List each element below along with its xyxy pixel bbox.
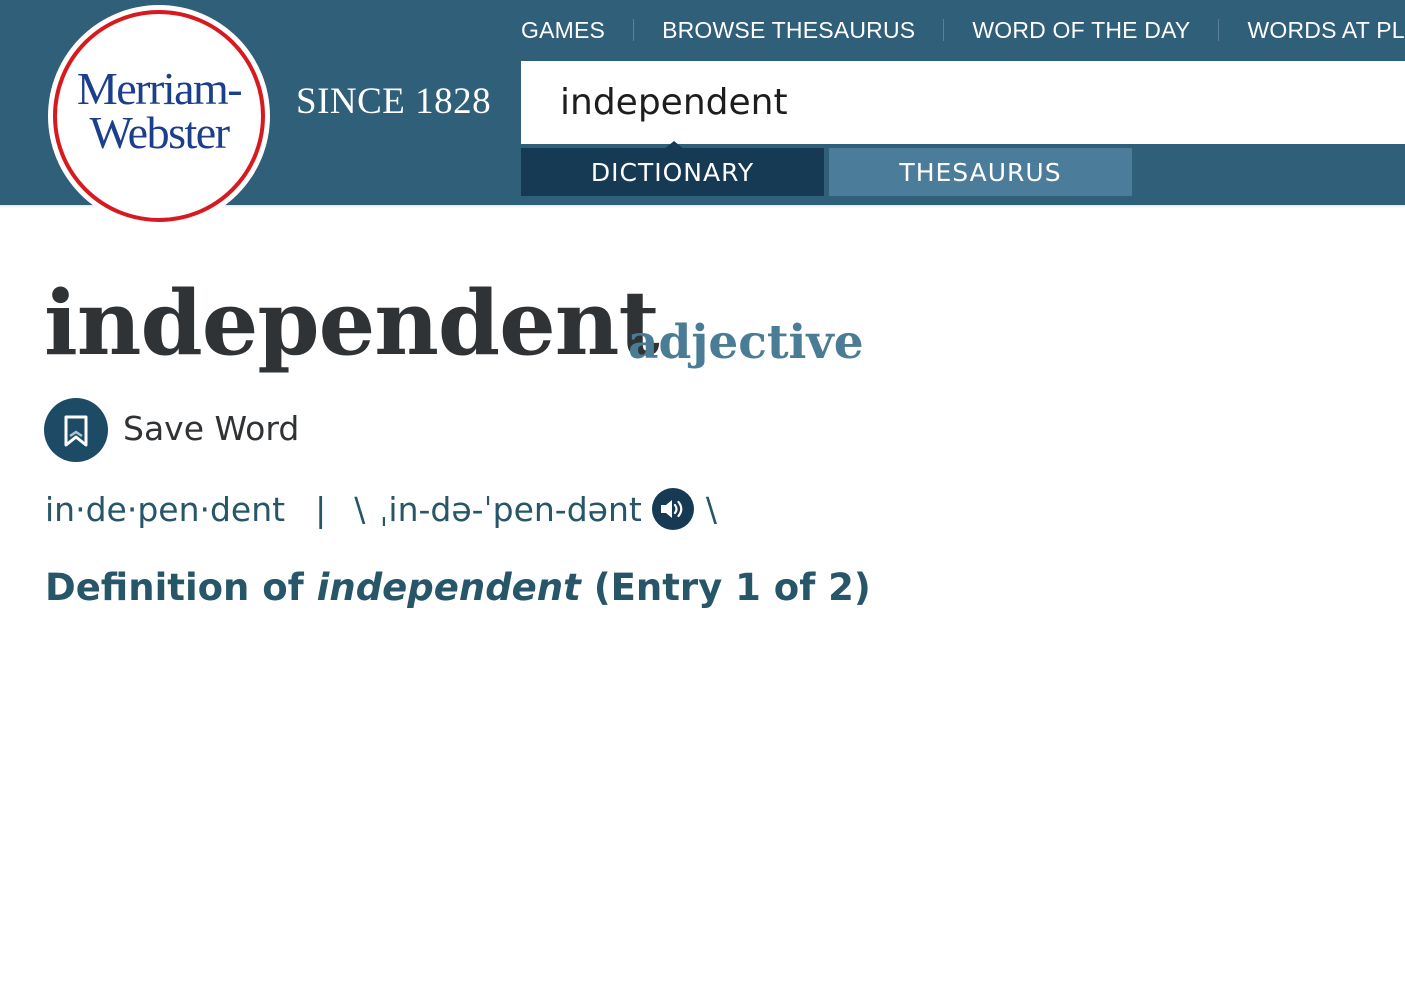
nav-word-of-the-day[interactable]: WORD OF THE DAY xyxy=(972,17,1190,44)
nav-divider xyxy=(1218,19,1220,41)
pronunciation-slash-open: \ xyxy=(354,489,366,529)
definition-prefix: Definition of xyxy=(45,566,317,609)
nav-divider xyxy=(943,19,945,41)
bookmark-icon xyxy=(64,415,88,447)
nav-games[interactable]: GAMES xyxy=(521,17,605,44)
pronunciation-slash-close: \ xyxy=(705,489,717,529)
nav-browse-thesaurus[interactable]: BROWSE THESAURUS xyxy=(662,17,915,44)
headword: independent xyxy=(44,270,660,375)
definition-word: independent xyxy=(316,566,581,609)
search-input[interactable] xyxy=(521,61,1405,144)
tab-dictionary[interactable]: DICTIONARY xyxy=(521,148,824,196)
speaker-icon xyxy=(660,500,683,518)
save-word-button[interactable] xyxy=(44,398,108,462)
logo-line-1: Merriam- xyxy=(76,63,243,114)
logo-line-2: Webster xyxy=(89,107,230,158)
since-tagline: SINCE 1828 xyxy=(296,81,492,122)
active-tab-caret-icon xyxy=(663,141,685,150)
play-audio-button[interactable] xyxy=(651,488,694,530)
definition-heading: Definition of independent (Entry 1 of 2) xyxy=(45,562,871,614)
pronunciation-text: ˌin-də-ˈpen-dənt xyxy=(379,489,642,529)
syllabification: in·de·pen·dent xyxy=(45,489,286,529)
part-of-speech[interactable]: adjective xyxy=(628,310,864,376)
nav-words-at-play[interactable]: WORDS AT PLAY xyxy=(1247,17,1405,44)
tab-thesaurus[interactable]: THESAURUS xyxy=(829,148,1132,196)
top-navigation: GAMES BROWSE THESAURUS WORD OF THE DAY W… xyxy=(521,12,1405,48)
logo-wordmark: Merriam- Webster xyxy=(48,63,270,158)
nav-divider xyxy=(633,19,635,41)
merriam-webster-logo[interactable]: Merriam- Webster xyxy=(48,5,270,227)
pronunciation-row: in·de·pen·dent | \ ˌin-də-ˈpen-dənt \ xyxy=(45,486,717,532)
pronunciation-separator: | xyxy=(315,489,327,529)
definition-entry-count: (Entry 1 of 2) xyxy=(580,566,871,609)
save-word-label[interactable]: Save Word xyxy=(123,407,299,451)
